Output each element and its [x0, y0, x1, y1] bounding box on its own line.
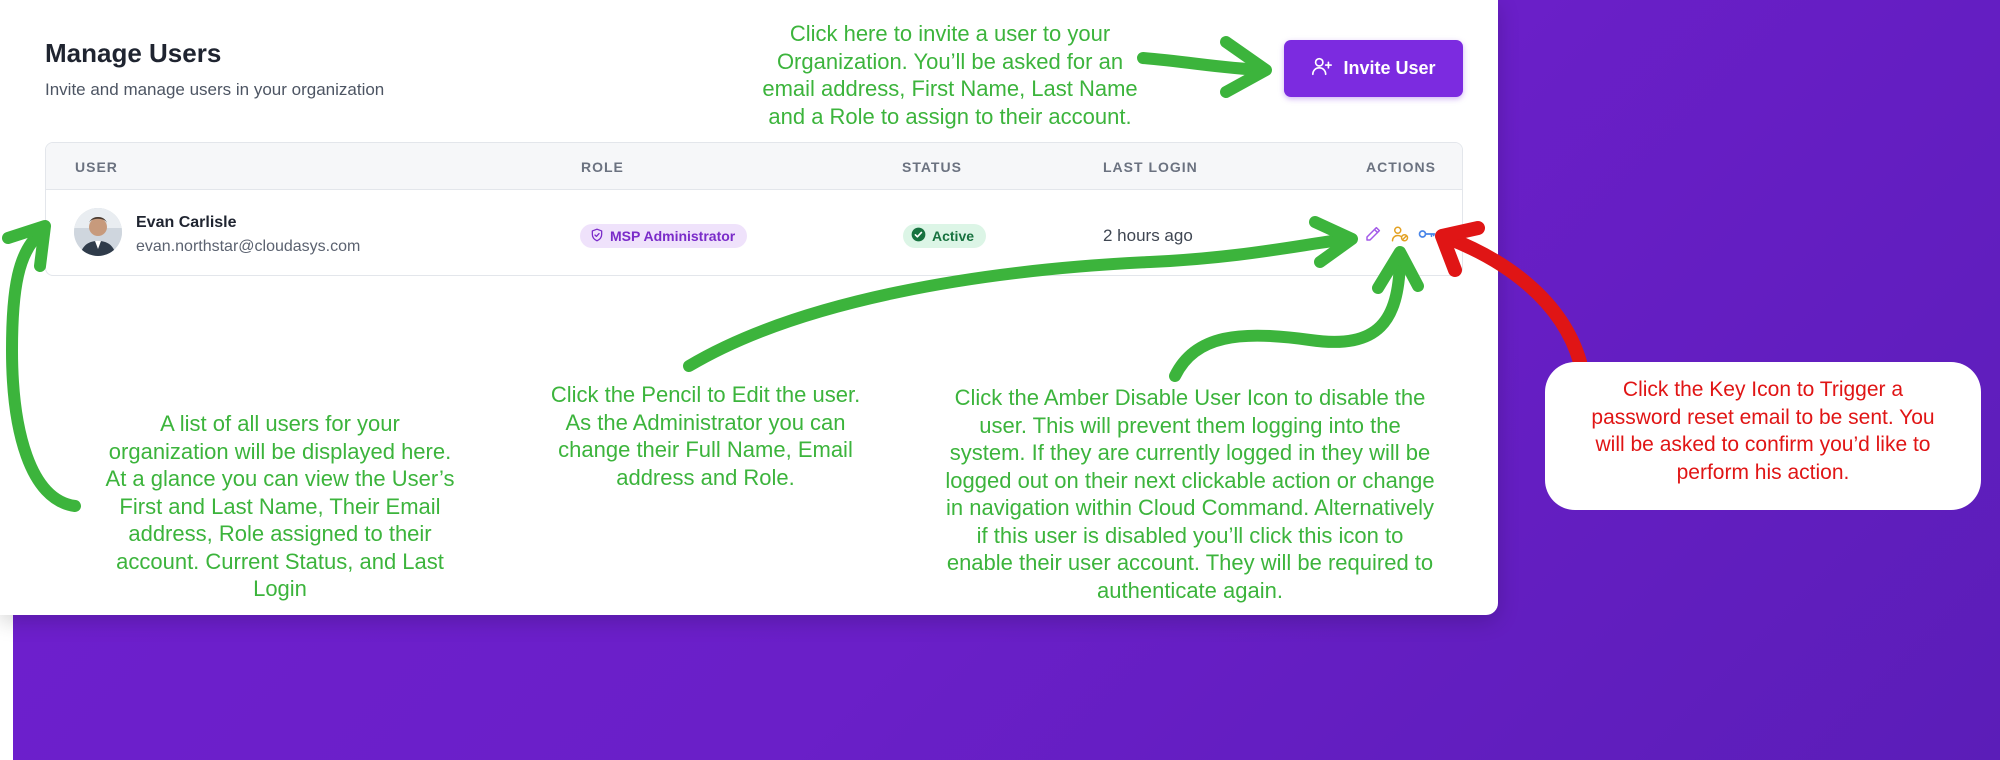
- note-line: Click the Pencil to Edit the user.: [550, 382, 861, 407]
- check-circle-icon: [911, 227, 926, 245]
- key-icon[interactable]: [1416, 223, 1438, 245]
- table-row[interactable]: Evan Carlisle evan.northstar@cloudasys.c…: [46, 190, 1462, 275]
- page-subtitle: Invite and manage users in your organiza…: [45, 80, 385, 99]
- note-line: Click the Amber Disable User Icon to dis…: [954, 385, 1426, 410]
- note-line: perform his action.: [1676, 460, 1850, 484]
- shield-icon: [590, 228, 604, 245]
- note-line: password reset email to be sent. You: [1591, 405, 1935, 429]
- note-line: As the Administrator you can: [565, 409, 846, 435]
- invite-user-label: Invite User: [1343, 58, 1436, 78]
- note-line: user. This will prevent them logging int…: [979, 412, 1401, 438]
- column-status[interactable]: STATUS: [902, 159, 962, 175]
- role-badge: MSP Administrator: [580, 224, 748, 248]
- note-line: organization will be displayed here.: [108, 438, 452, 464]
- note-line: address, Role assigned to their: [128, 521, 432, 546]
- note-line: Login: [253, 576, 307, 601]
- role-label: MSP Administrator: [610, 228, 736, 244]
- invite-user-button[interactable]: Invite User: [1284, 40, 1463, 97]
- note-line: email address, First Name, Last Name: [762, 76, 1138, 101]
- table-header: USER ROLE STATUS LAST LOGIN ACTIONS: [46, 143, 1462, 190]
- users-table: USER ROLE STATUS LAST LOGIN ACTIONS Evan…: [45, 142, 1463, 276]
- column-role[interactable]: ROLE: [581, 159, 624, 175]
- pencil-annotation: Click the Pencil to Edit the user. As th…: [528, 381, 883, 491]
- note-line: logged out on their next clickable actio…: [945, 467, 1435, 493]
- last-login: 2 hours ago: [1103, 226, 1193, 245]
- user-disable-icon[interactable]: [1389, 223, 1411, 245]
- note-line: if this user is disabled you’ll click th…: [976, 522, 1404, 548]
- status-label: Active: [932, 228, 975, 244]
- note-line: At a glance you can view the User’s: [105, 466, 455, 491]
- avatar: [74, 208, 122, 256]
- note-line: in navigation within Cloud Command. Alte…: [946, 495, 1434, 520]
- disable-annotation: Click the Amber Disable User Icon to dis…: [915, 384, 1465, 604]
- note-line: change their Full Name, Email: [558, 437, 853, 462]
- note-line: A list of all users for your: [160, 411, 400, 436]
- note-line: account. Current Status, and Last: [116, 548, 444, 574]
- key-annotation: Click the Key Icon to Trigger a password…: [1545, 362, 1981, 510]
- user-plus-icon: [1311, 55, 1333, 82]
- note-line: Organization. You’ll be asked for an: [776, 48, 1124, 74]
- column-last-login[interactable]: LAST LOGIN: [1103, 159, 1198, 175]
- note-line: will be asked to confirm you’d like to: [1595, 433, 1931, 456]
- status-badge: Active: [903, 224, 987, 248]
- note-line: and a Role to assign to their account.: [768, 103, 1132, 129]
- column-user[interactable]: USER: [75, 159, 118, 175]
- user-name: Evan Carlisle: [136, 214, 237, 231]
- pencil-icon[interactable]: [1362, 223, 1384, 245]
- note-line: system. If they are currently logged in …: [949, 440, 1431, 465]
- user-email: evan.northstar@cloudasys.com: [136, 238, 361, 255]
- invite-annotation: Click here to invite a user to your Orga…: [735, 20, 1165, 130]
- note-line: First and Last Name, Their Email: [119, 493, 441, 519]
- note-line: Click the Key Icon to Trigger a: [1622, 378, 1904, 401]
- note-line: address and Role.: [616, 464, 795, 490]
- column-actions: ACTIONS: [1366, 159, 1436, 175]
- note-line: enable their user account. They will be …: [946, 550, 1434, 575]
- note-line: Click here to invite a user to your: [789, 21, 1111, 46]
- note-line: authenticate again.: [1097, 577, 1283, 603]
- page-title: Manage Users: [45, 38, 222, 68]
- list-annotation: A list of all users for your organizatio…: [85, 410, 475, 603]
